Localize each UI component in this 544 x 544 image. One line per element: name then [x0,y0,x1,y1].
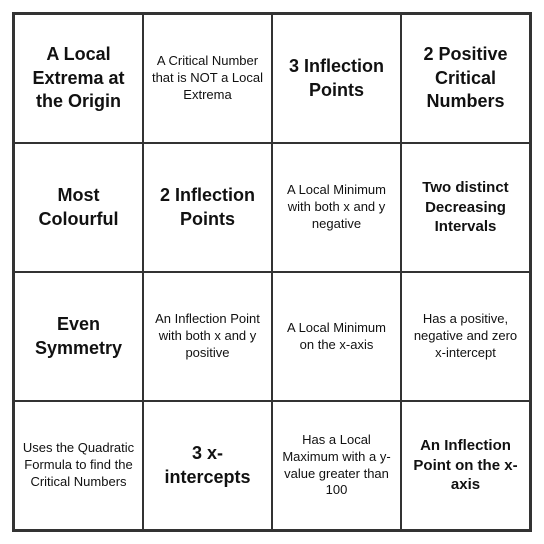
bingo-cell-r0c0[interactable]: A Local Extrema at the Origin [14,14,143,143]
bingo-cell-r3c3[interactable]: An Inflection Point on the x-axis [401,401,530,530]
bingo-grid: A Local Extrema at the OriginA Critical … [14,14,530,530]
bingo-cell-r2c0[interactable]: Even Symmetry [14,272,143,401]
bingo-cell-r0c2[interactable]: 3 Inflection Points [272,14,401,143]
bingo-cell-r1c2[interactable]: A Local Minimum with both x and y negati… [272,143,401,272]
bingo-cell-r2c1[interactable]: An Inflection Point with both x and y po… [143,272,272,401]
bingo-cell-r1c3[interactable]: Two distinct Decreasing Intervals [401,143,530,272]
bingo-cell-r3c1[interactable]: 3 x-intercepts [143,401,272,530]
bingo-cell-r3c2[interactable]: Has a Local Maximum with a y-value great… [272,401,401,530]
bingo-card: A Local Extrema at the OriginA Critical … [12,12,532,532]
bingo-cell-r1c0[interactable]: Most Colourful [14,143,143,272]
bingo-cell-r2c3[interactable]: Has a positive, negative and zero x-inte… [401,272,530,401]
bingo-cell-r1c1[interactable]: 2 Inflection Points [143,143,272,272]
bingo-cell-r2c2[interactable]: A Local Minimum on the x-axis [272,272,401,401]
bingo-cell-r0c1[interactable]: A Critical Number that is NOT a Local Ex… [143,14,272,143]
bingo-cell-r3c0[interactable]: Uses the Quadratic Formula to find the C… [14,401,143,530]
bingo-cell-r0c3[interactable]: 2 Positive Critical Numbers [401,14,530,143]
